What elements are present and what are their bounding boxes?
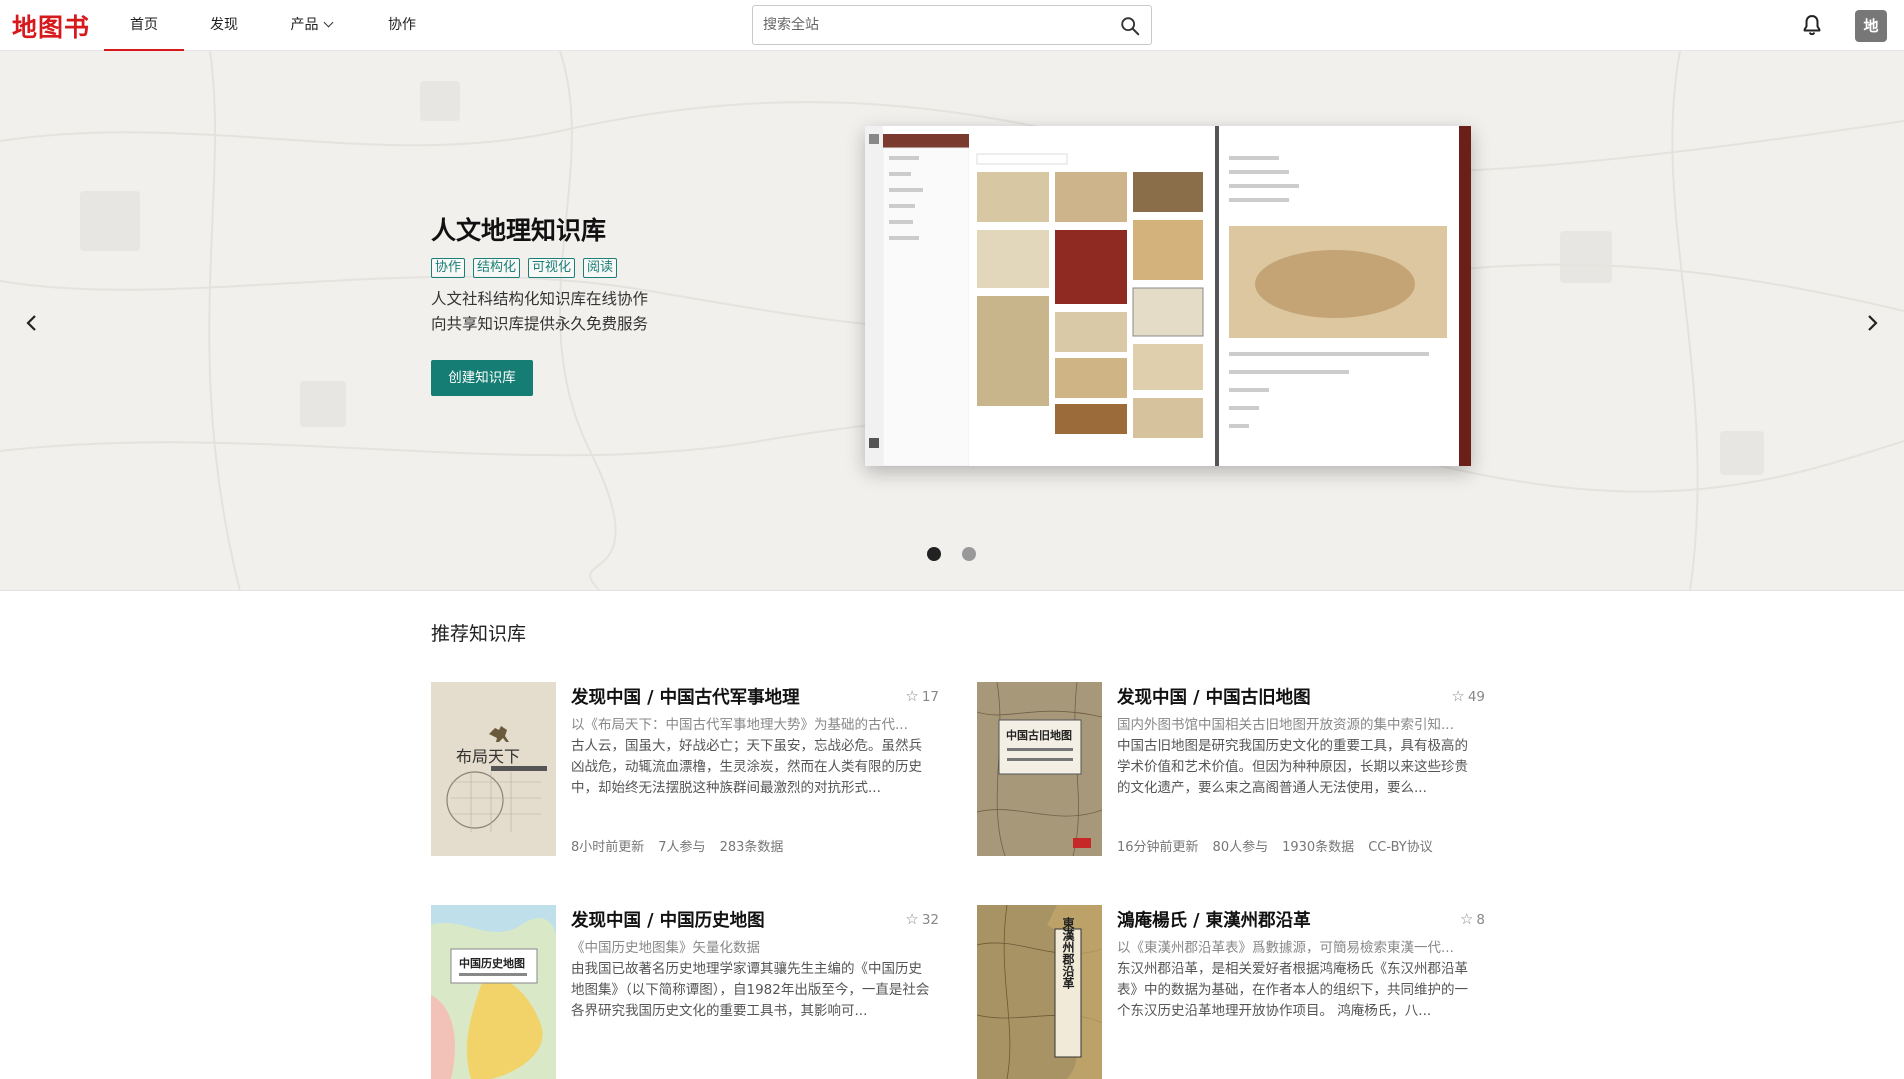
card-meta: 8小时前更新 7人参与 283条数据: [571, 836, 797, 855]
carousel-dot[interactable]: [927, 547, 941, 561]
card-title[interactable]: 鴻庵楊氏 / 東漢州郡沿革: [1117, 907, 1311, 932]
star-count-value: 32: [921, 912, 939, 928]
knowledge-base-card[interactable]: 中国历史地图 发现中国 / 中国历史地图 ☆ 32 《中国历史地图集》矢量化数据 …: [431, 905, 951, 1079]
card-subtitle: 《中国历史地图集》矢量化数据: [571, 940, 760, 956]
card-updated: 16分钟前更新: [1117, 840, 1199, 855]
search-box: [752, 5, 1152, 45]
card-description: 东汉州郡沿革，是相关爱好者根据鸿庵杨氏《东汉州郡沿革表》中的数据为基础，在作者本…: [1117, 961, 1468, 1019]
book-cover-image: 布局天下: [431, 682, 556, 856]
card-title[interactable]: 发现中国 / 中国古旧地图: [1117, 684, 1311, 709]
star-count-value: 8: [1476, 912, 1485, 928]
knowledge-base-card[interactable]: 東漢州郡沿革 鴻庵楊氏 / 東漢州郡沿革 ☆ 8 以《東漢州郡沿革表》爲數據源，可…: [977, 905, 1497, 1079]
hero-title: 人文地理知识库: [431, 216, 607, 245]
carousel-next-icon[interactable]: [1860, 311, 1884, 335]
card-participants: 80人参与: [1212, 840, 1269, 855]
cover-title: 東漢州郡沿革: [1061, 916, 1075, 990]
book-cover-image: 東漢州郡沿革: [977, 905, 1102, 1079]
card-title[interactable]: 发现中国 / 中国古代军事地理: [571, 684, 800, 709]
hero-carousel: 人文地理知识库 协作 结构化 可视化 阅读 人文社科结构化知识库在线协作 向共享知识库…: [0, 51, 1904, 591]
card-subtitle: 以《布局天下：中国古代军事地理大势》为基础的古代...: [571, 717, 908, 733]
nav-item-products[interactable]: 产品: [276, 0, 346, 51]
card-subtitle: 国内外图书馆中国相关古旧地图开放资源的集中索引知...: [1117, 717, 1454, 733]
star-icon: ☆: [1451, 687, 1465, 705]
star-count[interactable]: ☆ 32: [905, 910, 939, 928]
site-logo[interactable]: 地图书: [12, 8, 90, 44]
card-updated: 8小时前更新: [571, 840, 645, 855]
hero-tag: 阅读: [583, 258, 618, 278]
star-count-value: 17: [921, 689, 939, 705]
user-avatar[interactable]: 地: [1855, 10, 1887, 42]
star-count[interactable]: ☆ 8: [1460, 910, 1485, 928]
search-input[interactable]: [763, 6, 1103, 44]
hero-tag: 协作: [431, 258, 466, 278]
cover-title: 布局天下: [456, 747, 520, 766]
card-subtitle: 以《東漢州郡沿革表》爲數據源，可簡易檢索東漢一代...: [1117, 940, 1454, 956]
top-nav: 地图书 首页 发现 产品 协作 地: [0, 0, 1904, 51]
star-count[interactable]: ☆ 17: [905, 687, 939, 705]
hero-desc-line: 人文社科结构化知识库在线协作: [431, 290, 649, 308]
hero-tags: 协作 结构化 可视化 阅读: [431, 258, 625, 280]
card-description: 古人云，国虽大，好战必亡；天下虽安，忘战必危。虽然兵凶战危，动辄流血漂橹，生灵涂…: [571, 738, 922, 796]
book-cover-image: 中国历史地图: [431, 905, 556, 1079]
nav-item-home[interactable]: 首页: [104, 0, 184, 51]
card-participants: 7人参与: [658, 840, 706, 855]
nav-item-products-label: 产品: [290, 17, 319, 33]
cover-title: 中国古旧地图: [1006, 728, 1072, 742]
carousel-indicators: [927, 547, 997, 561]
star-count[interactable]: ☆ 49: [1451, 687, 1485, 705]
star-icon: ☆: [905, 910, 919, 928]
hero-description: 人文社科结构化知识库在线协作 向共享知识库提供永久免费服务: [431, 287, 648, 337]
hero-desc-line: 向共享知识库提供永久免费服务: [431, 315, 649, 333]
nav-item-collaborate[interactable]: 协作: [370, 0, 434, 51]
card-meta: 16分钟前更新 80人参与 1930条数据 CC-BY协议: [1117, 836, 1447, 855]
hero-tag: 结构化: [473, 258, 521, 278]
carousel-dot[interactable]: [962, 547, 976, 561]
carousel-prev-icon[interactable]: [20, 311, 44, 335]
cover-title: 中国历史地图: [459, 956, 525, 970]
star-icon: ☆: [905, 687, 919, 705]
card-records: 283条数据: [719, 840, 784, 855]
hero-tag: 可视化: [528, 258, 576, 278]
knowledge-base-card[interactable]: 布局天下 发现中国 / 中国古代军事地理 ☆ 17 以《布局天下：中国古代军事地理…: [431, 682, 951, 856]
book-cover-image: 中国古旧地图: [977, 682, 1102, 856]
card-license: CC-BY协议: [1368, 840, 1433, 855]
card-description: 中国古旧地图是研究我国历史文化的重要工具，具有极高的学术价值和艺术价值。但因为种…: [1117, 738, 1468, 796]
create-knowledge-base-button[interactable]: 创建知识库: [431, 360, 533, 396]
card-description: 由我国已故著名历史地理学家谭其骧先生主编的《中国历史地图集》（以下简称谭图），自…: [571, 961, 930, 1019]
star-icon: ☆: [1459, 910, 1474, 928]
section-title-recommended: 推荐知识库: [431, 623, 527, 645]
app-preview-screenshot: [865, 126, 1471, 466]
chevron-down-icon: [323, 17, 333, 28]
card-title[interactable]: 发现中国 / 中国历史地图: [571, 907, 765, 932]
nav-item-discover[interactable]: 发现: [192, 0, 256, 51]
card-records: 1930条数据: [1282, 840, 1355, 855]
search-icon[interactable]: [1119, 15, 1141, 37]
bell-icon[interactable]: [1800, 13, 1824, 37]
star-count-value: 49: [1467, 689, 1485, 705]
knowledge-base-card[interactable]: 中国古旧地图 发现中国 / 中国古旧地图 ☆ 49 国内外图书馆中国相关古旧地图开…: [977, 682, 1497, 856]
